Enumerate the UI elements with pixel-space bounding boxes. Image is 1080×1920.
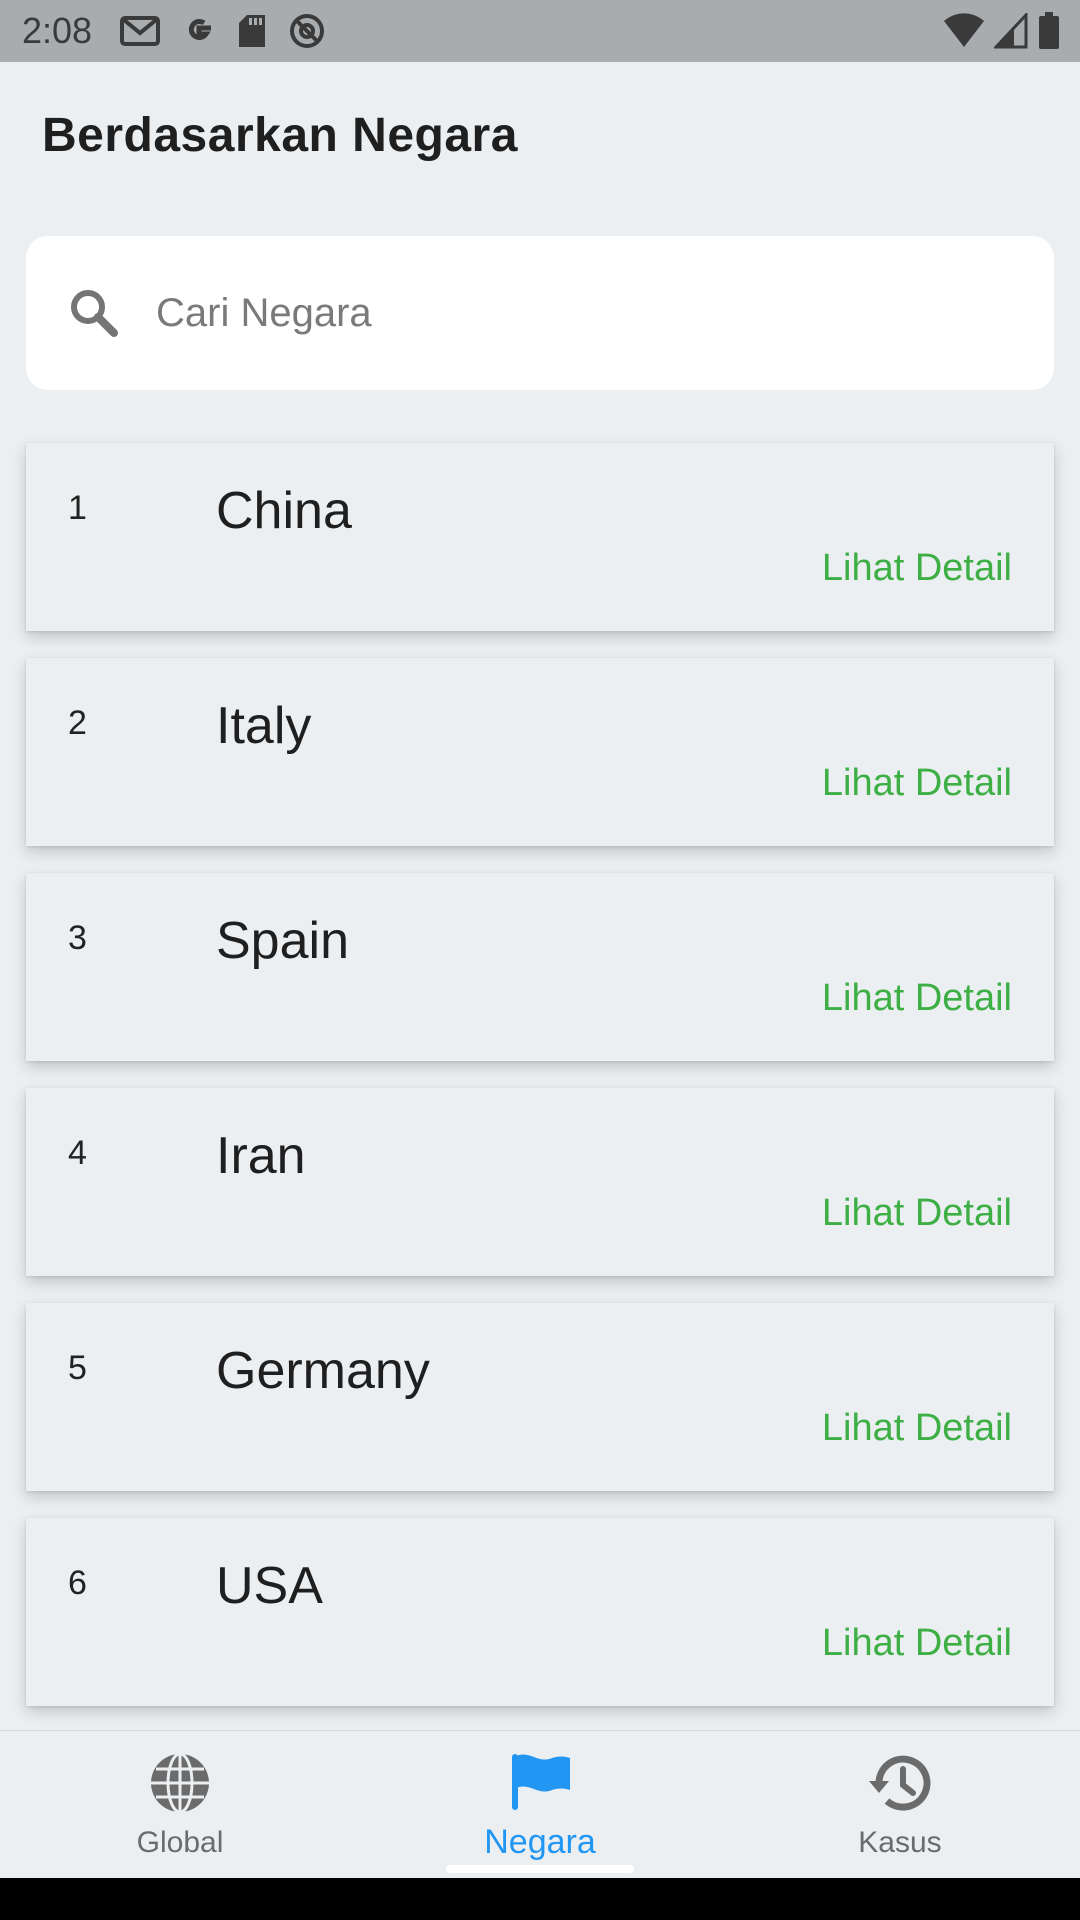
detail-link[interactable]: Lihat Detail — [822, 1622, 1012, 1665]
country-card-spain[interactable]: 3 Spain Lihat Detail — [26, 873, 1054, 1061]
nav-label-kasus: Kasus — [858, 1825, 942, 1859]
country-rank: 6 — [68, 1564, 87, 1602]
country-rank: 2 — [68, 704, 87, 742]
nav-item-global[interactable]: Global — [0, 1731, 360, 1879]
history-icon — [867, 1751, 933, 1820]
country-name: Germany — [216, 1342, 430, 1400]
country-rank: 3 — [68, 919, 87, 957]
system-gesture-bar — [0, 1878, 1080, 1920]
nav-label-global: Global — [136, 1825, 224, 1859]
country-name: Iran — [216, 1127, 306, 1185]
home-gesture-handle[interactable] — [446, 1865, 634, 1873]
gmail-icon — [120, 15, 161, 47]
country-card-italy[interactable]: 2 Italy Lihat Detail — [26, 658, 1054, 846]
status-time: 2:08 — [22, 10, 93, 51]
detail-link[interactable]: Lihat Detail — [822, 1407, 1012, 1450]
search-input[interactable] — [154, 289, 978, 337]
country-name: USA — [216, 1557, 323, 1615]
country-card-china[interactable]: 1 China Lihat Detail — [26, 443, 1054, 631]
country-card-usa[interactable]: 6 USA Lihat Detail — [26, 1518, 1054, 1706]
wifi-icon — [944, 13, 984, 49]
signal-icon — [994, 13, 1028, 49]
search-icon — [64, 283, 124, 343]
google-icon — [182, 14, 216, 48]
system-icons — [944, 12, 1060, 50]
nav-item-negara[interactable]: Negara — [360, 1731, 720, 1879]
detail-link[interactable]: Lihat Detail — [822, 762, 1012, 805]
country-name: China — [216, 482, 352, 540]
country-rank: 5 — [68, 1349, 87, 1387]
nav-label-negara: Negara — [484, 1823, 596, 1861]
nav-item-kasus[interactable]: Kasus — [720, 1731, 1080, 1879]
country-name: Spain — [216, 912, 349, 970]
detail-link[interactable]: Lihat Detail — [822, 1192, 1012, 1235]
country-card-germany[interactable]: 5 Germany Lihat Detail — [26, 1303, 1054, 1491]
notification-icons — [120, 12, 326, 50]
country-rank: 1 — [68, 489, 87, 527]
page-title: Berdasarkan Negara — [42, 109, 518, 162]
sd-card-icon — [238, 14, 266, 48]
detail-link[interactable]: Lihat Detail — [822, 547, 1012, 590]
country-card-iran[interactable]: 4 Iran Lihat Detail — [26, 1088, 1054, 1276]
battery-icon — [1038, 12, 1060, 50]
status-bar: 2:08 — [0, 0, 1080, 62]
bottom-navigation: Global Negara Kasus — [0, 1730, 1080, 1879]
flag-icon — [508, 1748, 572, 1817]
search-box[interactable] — [26, 236, 1054, 390]
globe-icon — [148, 1751, 212, 1820]
at-sign-icon — [288, 12, 326, 50]
country-rank: 4 — [68, 1134, 87, 1172]
country-name: Italy — [216, 697, 312, 755]
detail-link[interactable]: Lihat Detail — [822, 977, 1012, 1020]
